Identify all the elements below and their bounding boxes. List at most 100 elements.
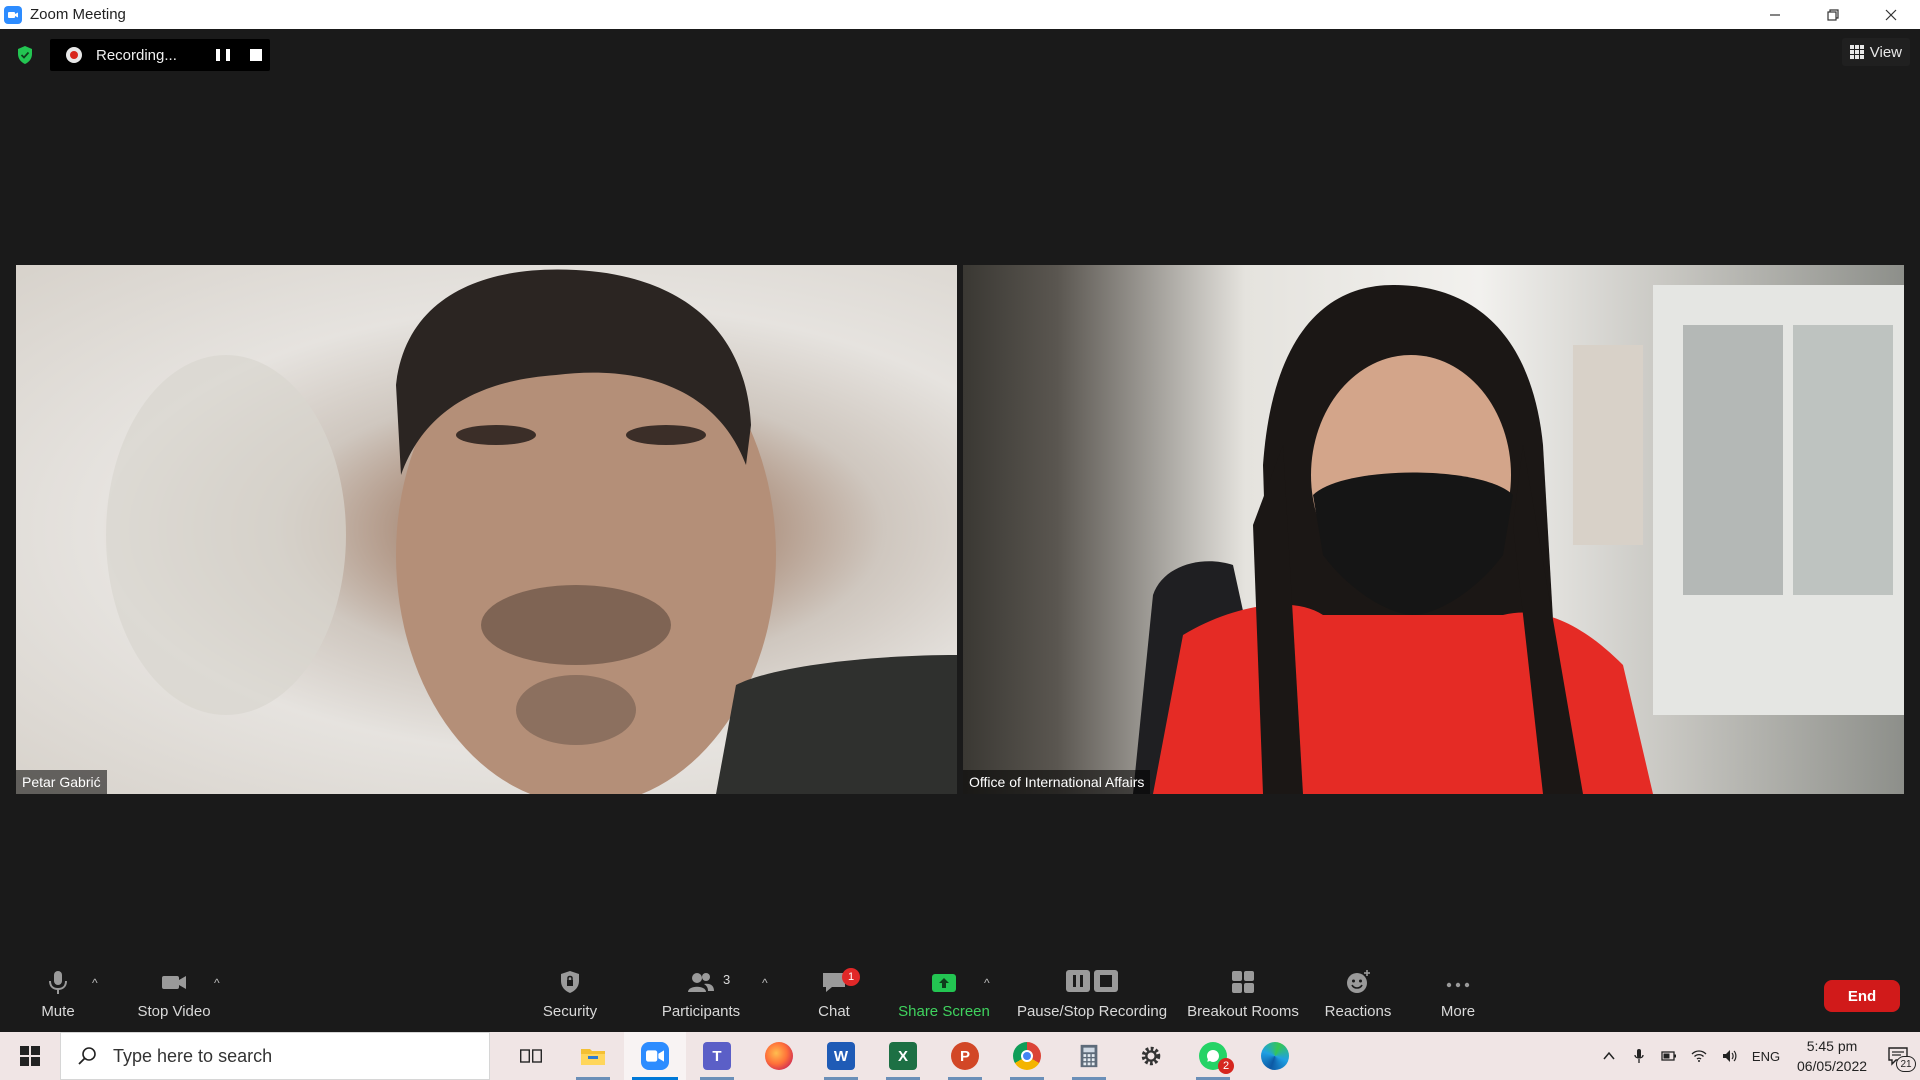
zoom-taskbar-icon	[641, 1042, 669, 1070]
file-explorer-icon	[581, 1049, 605, 1065]
taskbar-search-box[interactable]: Type here to search	[60, 1032, 490, 1080]
title-bar: Zoom Meeting	[0, 0, 1920, 29]
chat-badge: 1	[842, 968, 860, 986]
grid-view-icon	[1849, 45, 1864, 59]
minimize-button[interactable]	[1746, 0, 1804, 29]
clock-date: 06/05/2022	[1796, 1058, 1868, 1074]
chat-bubble-icon: 1	[820, 956, 860, 1000]
more-ellipsis-icon	[1444, 956, 1472, 1000]
start-button[interactable]	[0, 1032, 60, 1080]
participant-video-feed	[1133, 285, 1904, 794]
taskbar-word[interactable]: W	[810, 1032, 872, 1080]
participants-chevron-up-icon[interactable]: ^	[762, 976, 768, 990]
taskbar-calculator[interactable]	[1058, 1032, 1120, 1080]
taskbar-file-explorer[interactable]	[562, 1032, 624, 1080]
pause-recording-icon[interactable]	[216, 49, 230, 61]
battery-icon[interactable]	[1654, 1032, 1684, 1080]
participant-name-tag: Petar Gabrić	[16, 770, 107, 794]
stop-recording-icon[interactable]	[250, 49, 262, 61]
taskbar-whatsapp[interactable]: 2	[1182, 1032, 1244, 1080]
reactions-button[interactable]: Reactions	[1324, 956, 1392, 1032]
audio-options-chevron-up-icon[interactable]: ^	[92, 976, 98, 990]
share-screen-button[interactable]: Share Screen	[896, 956, 992, 1032]
meeting-toolbar: Mute ^ Stop Video ^ Security 3 Participa…	[0, 956, 1920, 1032]
window-title: Zoom Meeting	[30, 6, 126, 23]
mute-label: Mute	[41, 1003, 75, 1020]
taskbar-chrome[interactable]	[996, 1032, 1058, 1080]
recording-indicator: Recording...	[50, 39, 270, 71]
input-language[interactable]: ENG	[1744, 1049, 1788, 1064]
whatsapp-notification-badge: 2	[1218, 1058, 1234, 1074]
wifi-icon[interactable]	[1684, 1032, 1714, 1080]
share-options-chevron-up-icon[interactable]: ^	[984, 976, 990, 990]
taskbar-settings[interactable]	[1120, 1032, 1182, 1080]
recording-status-text: Recording...	[96, 46, 177, 64]
reactions-label: Reactions	[1324, 1003, 1392, 1020]
microphone-icon	[44, 956, 72, 1000]
clock-time: 5:45 pm	[1806, 1038, 1858, 1054]
share-screen-label: Share Screen	[898, 1003, 990, 1020]
taskbar-edge[interactable]	[1244, 1032, 1306, 1080]
stop-video-label: Stop Video	[137, 1003, 211, 1020]
taskbar-powerpoint[interactable]: P	[934, 1032, 996, 1080]
close-button[interactable]	[1862, 0, 1920, 29]
taskbar-excel[interactable]: X	[872, 1032, 934, 1080]
task-view-icon	[520, 1049, 542, 1063]
excel-icon: X	[889, 1042, 917, 1070]
pause-stop-recording-button[interactable]: Pause/Stop Recording	[1014, 956, 1170, 1032]
security-shield-icon	[556, 956, 584, 1000]
system-tray: ENG 5:45 pm 06/05/2022 21	[1594, 1032, 1920, 1080]
restore-button[interactable]	[1804, 0, 1862, 29]
pause-stop-recording-icon	[1062, 956, 1122, 1000]
participants-button[interactable]: 3 Participants	[660, 956, 742, 1032]
microphone-tray-icon[interactable]	[1624, 1032, 1654, 1080]
stop-video-button[interactable]: Stop Video	[134, 956, 214, 1032]
breakout-rooms-button[interactable]: Breakout Rooms	[1186, 956, 1300, 1032]
more-button[interactable]: More	[1436, 956, 1480, 1032]
volume-icon[interactable]	[1714, 1032, 1744, 1080]
breakout-rooms-icon	[1229, 956, 1257, 1000]
share-screen-icon	[930, 956, 958, 1000]
powerpoint-icon: P	[951, 1042, 979, 1070]
notification-count-badge: 21	[1896, 1056, 1916, 1072]
chat-label: Chat	[818, 1003, 850, 1020]
show-hidden-icons-chevron-up-icon[interactable]	[1594, 1032, 1624, 1080]
windows-logo-icon	[20, 1046, 40, 1066]
word-icon: W	[827, 1042, 855, 1070]
close-icon	[1885, 9, 1897, 20]
participants-icon: 3	[687, 956, 730, 1000]
participant-video-feed	[106, 269, 957, 794]
calculator-icon	[1080, 1044, 1098, 1068]
encryption-shield-icon[interactable]	[16, 45, 34, 65]
taskbar-zoom[interactable]	[624, 1032, 686, 1080]
notification-center-button[interactable]: 21	[1876, 1032, 1920, 1080]
edge-icon	[1261, 1042, 1289, 1070]
zoom-app-icon	[4, 5, 22, 24]
firefox-icon	[765, 1042, 793, 1070]
view-button[interactable]: View	[1841, 38, 1910, 66]
breakout-rooms-label: Breakout Rooms	[1187, 1003, 1299, 1020]
windows-taskbar: Type here to search T W X P 2 ENG 5:45 p…	[0, 1032, 1920, 1080]
meeting-stage: Recording... View Petar Gabrić Office of…	[0, 29, 1920, 956]
participants-count: 3	[723, 972, 731, 987]
more-label: More	[1440, 1003, 1476, 1020]
mute-button[interactable]: Mute	[30, 956, 86, 1032]
participant-name-tag: Office of International Affairs	[963, 770, 1151, 794]
participants-label: Participants	[661, 1003, 741, 1020]
chat-button[interactable]: 1 Chat	[814, 956, 860, 1032]
clock[interactable]: 5:45 pm 06/05/2022	[1788, 1036, 1876, 1076]
search-placeholder: Type here to search	[113, 1045, 273, 1066]
video-options-chevron-up-icon[interactable]: ^	[214, 976, 220, 990]
settings-gear-icon	[1141, 1046, 1161, 1066]
video-tile-petar[interactable]: Petar Gabrić	[16, 265, 957, 794]
chrome-icon	[1013, 1042, 1041, 1070]
video-tile-office[interactable]: Office of International Affairs	[963, 265, 1904, 794]
recording-dot-icon	[66, 47, 82, 63]
security-label: Security	[542, 1003, 598, 1020]
task-view-button[interactable]	[500, 1032, 562, 1080]
security-button[interactable]: Security	[538, 956, 602, 1032]
taskbar-teams[interactable]: T	[686, 1032, 748, 1080]
taskbar-firefox[interactable]	[748, 1032, 810, 1080]
end-meeting-button[interactable]: End	[1824, 980, 1900, 1012]
video-camera-icon	[160, 956, 188, 1000]
